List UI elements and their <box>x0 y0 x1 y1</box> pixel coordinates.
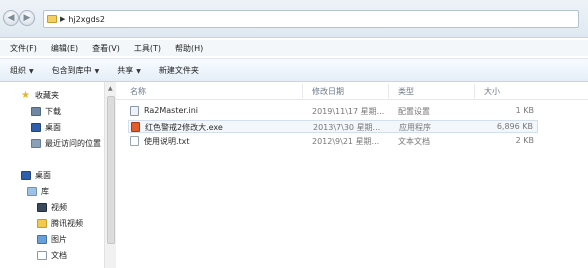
file-type: 配置设置 <box>398 107 430 116</box>
forward-button[interactable]: ▶ <box>19 10 35 26</box>
column-divider[interactable] <box>302 84 303 98</box>
file-type: 应用程序 <box>399 123 431 132</box>
file-size: 1 KB <box>515 106 534 115</box>
file-modified: 2019\11\17 星期... <box>312 107 385 116</box>
desktop-icon <box>31 123 41 132</box>
nav-item-desktop[interactable]: 桌面 <box>31 122 61 133</box>
menu-help[interactable]: 帮助(H) <box>175 43 203 54</box>
column-type[interactable]: 类型 <box>398 86 414 97</box>
recent-places-icon <box>31 139 41 148</box>
nav-item-tencent-video[interactable]: 腾讯视频 <box>37 218 83 229</box>
column-divider[interactable] <box>388 84 389 98</box>
include-in-library-button[interactable]: 包含到库中 ▼ <box>52 65 100 76</box>
nav-item-recent[interactable]: 最近访问的位置 <box>31 138 101 149</box>
include-in-library-label: 包含到库中 <box>51 65 92 75</box>
menu-edit[interactable]: 编辑(E) <box>51 43 78 54</box>
file-modified: 2013\7\30 星期... <box>313 123 381 132</box>
nav-item-documents[interactable]: 文档 <box>37 250 67 261</box>
nav-item-library[interactable]: 库 <box>27 186 49 197</box>
chevron-down-icon: ▼ <box>29 67 34 75</box>
menu-file[interactable]: 文件(F) <box>10 43 37 54</box>
file-type: 文本文档 <box>398 137 430 146</box>
new-folder-button[interactable]: 新建文件夹 <box>159 65 199 76</box>
column-modified[interactable]: 修改日期 <box>312 86 344 97</box>
folder-icon <box>37 219 47 228</box>
nav-item-label: 视频 <box>51 203 67 212</box>
column-size[interactable]: 大小 <box>484 86 500 97</box>
breadcrumb-arrow-icon[interactable]: ▶ <box>60 15 65 23</box>
ini-file-icon <box>130 106 139 116</box>
file-row[interactable]: 红色警戒2修改大.exe 2013\7\30 星期... 应用程序 6,896 … <box>128 120 538 133</box>
menu-bar: 文件(F) 编辑(E) 查看(V) 工具(T) 帮助(H) <box>0 40 588 56</box>
nav-item-label: 桌面 <box>35 171 51 180</box>
nav-item-favorites[interactable]: ★ 收藏夹 <box>21 90 59 101</box>
file-name: 红色警戒2修改大.exe <box>145 123 223 132</box>
nav-item-label: 桌面 <box>45 123 61 132</box>
forward-arrow-icon: ▶ <box>23 12 31 23</box>
video-icon <box>37 203 47 212</box>
nav-item-label: 收藏夹 <box>35 91 59 100</box>
share-button[interactable]: 共享 ▼ <box>117 65 141 76</box>
star-icon: ★ <box>21 90 30 101</box>
library-icon <box>27 187 37 196</box>
back-arrow-icon: ◀ <box>7 12 15 23</box>
back-button[interactable]: ◀ <box>3 10 19 26</box>
nav-item-videos[interactable]: 视频 <box>37 202 67 213</box>
column-header-row: 名称 修改日期 类型 大小 <box>116 82 588 100</box>
nav-item-label: 最近访问的位置 <box>45 139 101 148</box>
nav-item-label: 库 <box>41 187 49 196</box>
file-list-pane: 名称 修改日期 类型 大小 Ra2Master.ini 2019\11\17 星… <box>116 82 588 268</box>
share-label: 共享 <box>117 65 134 75</box>
folder-icon <box>47 15 57 23</box>
column-divider[interactable] <box>474 84 475 98</box>
file-row[interactable]: 使用说明.txt 2012\9\21 星期... 文本文档 2 KB <box>128 135 538 148</box>
file-size: 2 KB <box>515 136 534 145</box>
menu-tools[interactable]: 工具(T) <box>134 43 161 54</box>
nav-item-label: 文档 <box>51 251 67 260</box>
breadcrumb-item[interactable]: hj2xgds2 <box>68 15 105 24</box>
downloads-folder-icon <box>31 107 41 116</box>
exe-file-icon <box>131 122 140 132</box>
address-bar[interactable]: ▶ hj2xgds2 <box>43 10 579 28</box>
file-size: 6,896 KB <box>496 122 533 131</box>
file-modified: 2012\9\21 星期... <box>312 137 380 146</box>
chevron-down-icon: ▼ <box>94 67 100 75</box>
nav-item-label: 下载 <box>45 107 61 116</box>
organize-label: 组织 <box>10 65 26 75</box>
nav-item-downloads[interactable]: 下载 <box>31 106 61 117</box>
file-name: 使用说明.txt <box>144 137 190 146</box>
desktop-icon <box>21 171 31 180</box>
nav-item-pictures[interactable]: 图片 <box>37 234 67 245</box>
file-row[interactable]: Ra2Master.ini 2019\11\17 星期... 配置设置 1 KB <box>128 105 538 118</box>
command-toolbar: 组织 ▼ 包含到库中 ▼ 共享 ▼ 新建文件夹 <box>0 58 588 82</box>
nav-item-label: 腾讯视频 <box>51 219 83 228</box>
menu-view[interactable]: 查看(V) <box>92 43 120 54</box>
column-name[interactable]: 名称 <box>130 86 146 97</box>
chevron-down-icon: ▼ <box>136 67 141 75</box>
file-name: Ra2Master.ini <box>144 106 199 115</box>
nav-item-desktop-root[interactable]: 桌面 <box>21 170 51 181</box>
txt-file-icon <box>130 136 139 146</box>
navigation-pane: ★ 收藏夹 下载 桌面 最近访问的位置 桌面 库 视频 腾讯视频 图片 文档 <box>0 82 105 268</box>
scroll-thumb[interactable] <box>107 96 115 244</box>
pictures-icon <box>37 235 47 244</box>
nav-item-label: 图片 <box>51 235 67 244</box>
organize-button[interactable]: 组织 ▼ <box>10 65 34 76</box>
document-icon <box>37 251 47 260</box>
scroll-up-icon[interactable]: ▲ <box>108 85 113 92</box>
title-bar: ◀ ▶ ▶ hj2xgds2 <box>0 0 588 38</box>
